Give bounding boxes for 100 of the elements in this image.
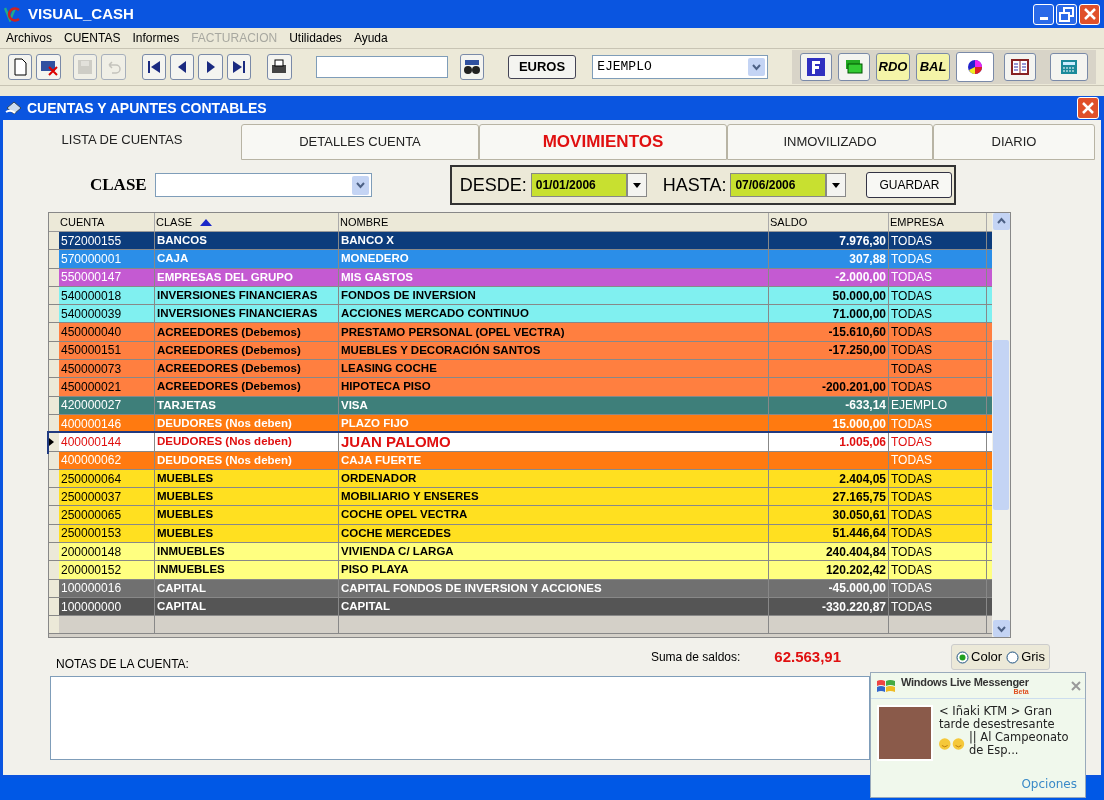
tab[interactable]: DIARIO [933,124,1095,160]
tab[interactable]: MOVIMIENTOS [479,124,727,160]
table-cell: TODAS [889,378,987,396]
table-row[interactable]: 540000039 INVERSIONES FINANCIERAS ACCIONES MERCADO CONTINUO 71.000,00 TODAS [49,305,992,324]
company-combo[interactable]: EJEMPLO [592,55,769,79]
book-button[interactable] [1004,53,1037,81]
date-field[interactable]: 07/06/2006 [730,173,827,197]
pie-chart-button[interactable] [956,52,995,82]
radio-option[interactable]: Color [956,647,1003,667]
radio-button[interactable] [1006,650,1020,664]
restore-button[interactable] [1056,3,1077,25]
table-row[interactable]: 450000021 ACREEDORES (Debemos) HIPOTECA PISO -200.201,00 TODAS [49,378,992,397]
last-record-button[interactable] [226,54,252,80]
close-button[interactable] [1071,680,1081,691]
table-cell: DEUDORES (Nos deben) [155,451,339,469]
scroll-thumb[interactable] [993,340,1009,510]
currency-button[interactable]: EUROS [507,55,577,79]
table-cell: -330.220,87 [769,597,889,616]
table-cell: CAJA FUERTE [339,451,769,469]
next-record-button[interactable] [198,54,223,80]
banknotes-icon [845,58,864,76]
table-cell: TODAS [889,506,987,524]
table-cell: ACREEDORES (Debemos) [155,323,339,341]
previous-record-button[interactable] [169,54,195,80]
table-cell: 100000000 [59,597,155,616]
minimize-button[interactable] [1033,3,1054,25]
table-row[interactable]: 250000037 MUEBLES MOBILIARIO Y ENSERES 27.165,75 TODAS [49,488,992,507]
dropdown-button[interactable] [826,173,847,197]
printer-button[interactable] [267,54,292,80]
scrollbar[interactable] [992,213,1010,637]
floppy-disk-button[interactable] [72,54,98,80]
app-logo-icon [4,6,20,22]
totals-value: 62.563,91 [774,646,842,667]
save-button[interactable]: GUARDAR [866,172,953,198]
report-button[interactable]: RDO [876,53,911,81]
row-header[interactable] [49,414,59,433]
column-header[interactable]: EMPRESA [890,213,944,231]
radio-option[interactable]: Gris [1006,647,1045,667]
photo-placeholder [877,705,933,761]
binoculars-button[interactable] [459,54,484,80]
table-cell: TODAS [889,286,987,305]
column-header[interactable]: CLASE [156,213,193,231]
table-cell: TODAS [889,341,987,360]
letter-f-button[interactable] [800,53,833,81]
dropdown-button[interactable] [626,173,647,197]
row-pointer-icon [49,437,54,446]
table-cell: COCHE OPEL VECTRA [339,506,769,524]
table-cell: TODAS [889,268,987,286]
class-combo[interactable] [154,173,372,197]
field-label: CLASE [90,174,147,197]
table-row[interactable]: 450000073 ACREEDORES (Debemos) LEASING COCHE TODAS [49,360,992,379]
first-record-button[interactable] [141,54,166,80]
date-field[interactable]: 01/01/2006 [530,173,627,197]
table-row[interactable]: 250000065 MUEBLES COCHE OPEL VECTRA 30.050,61 TODAS [49,506,992,525]
delete-record-button[interactable] [36,54,61,80]
table-cell: 450000073 [59,360,155,378]
menu-item[interactable]: Informes [132,29,180,47]
tab[interactable]: INMOVILIZADO [727,124,933,160]
table-cell: 572000155 [59,232,155,250]
menu-item[interactable]: Archivos [6,29,52,47]
table-cell: 540000018 [59,286,155,305]
notes-field[interactable] [50,676,870,760]
table-cell: 50.000,00 [769,286,889,305]
close-icon [1071,680,1081,691]
table-row[interactable]: 400000144 DEUDORES (Nos deben) JUAN PALOMO 1.005,06 TODAS [49,433,992,452]
report-button[interactable]: BAL [916,53,951,81]
menu-item[interactable]: Utilidades [289,29,342,47]
table-cell: 2.404,05 [769,469,889,488]
menu-item[interactable]: Ayuda [353,29,388,47]
table-cell: COCHE MERCEDES [339,524,769,543]
tab[interactable]: DETALLES CUENTA [241,124,479,160]
table-cell: FONDOS DE INVERSION [339,286,769,305]
radio-button[interactable] [956,650,970,664]
table-row[interactable]: 572000155 BANCOS BANCO X 7.976,30 TODAS [49,232,992,251]
table-cell: MUEBLES [155,506,339,524]
table-cell: 100000016 [59,579,155,597]
table-cell: 30.050,61 [769,506,889,524]
table-cell: 400000062 [59,451,155,469]
row-header[interactable] [49,433,59,451]
banknotes-button[interactable] [838,53,871,81]
undo-button[interactable] [101,54,126,80]
column-header[interactable]: NOMBRE [340,213,389,231]
restore-icon [1059,6,1074,22]
table-cell: 540000039 [59,305,155,323]
book-icon [1011,58,1030,76]
options-link[interactable]: Opciones [1021,775,1077,793]
table-cell: 71.000,00 [769,305,889,323]
column-header[interactable]: SALDO [770,213,808,231]
table-cell: MUEBLES [155,524,339,543]
column-header[interactable]: CUENTA [60,213,105,231]
table-row[interactable]: 200000148 INMUEBLES VIVIENDA C/ LARGA 240.404,84 TODAS [49,543,992,562]
new-document-button[interactable] [8,54,33,80]
calculator-button[interactable] [1050,53,1089,81]
search-field[interactable] [315,56,448,78]
table-cell: EJEMPLO [889,396,987,414]
table-row[interactable]: 200000152 INMUEBLES PISO PLAYA 120.202,42 TODAS [49,561,992,580]
table-cell: MOBILIARIO Y ENSERES [339,488,769,506]
menu-item[interactable]: CUENTAS [64,29,121,47]
popup-title: Windows Live Messenger [901,676,1029,688]
table-row[interactable]: 450000040 ACREEDORES (Debemos) PRESTAMO PERSONAL (OPEL VECTRA) -15.610,60 TODAS [49,323,992,342]
